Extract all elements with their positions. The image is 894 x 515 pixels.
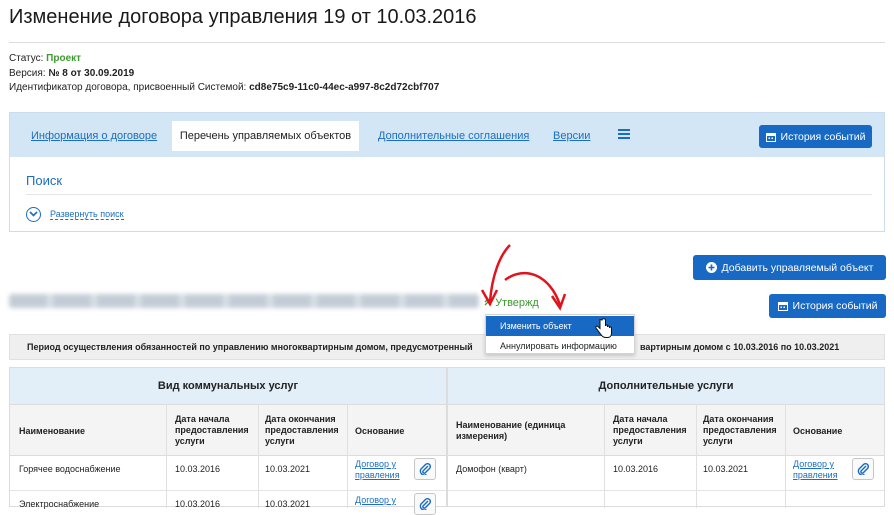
additional-col-end: Дата окончания предоставления услуги xyxy=(703,414,777,446)
hand-cursor-icon xyxy=(595,318,612,338)
calendar-icon xyxy=(777,302,788,311)
object-status[interactable]: Утвержд xyxy=(484,297,539,309)
utility-col-basis: Основание xyxy=(355,426,405,436)
attach-button[interactable] xyxy=(414,458,436,480)
row-basis-link[interactable]: Договор у правления xyxy=(793,459,848,481)
add-object-label: Добавить управляемый объект xyxy=(721,261,874,274)
id-label: Идентификатор договора, присвоенный Сист… xyxy=(9,82,247,93)
row-basis-link[interactable]: Договор у xyxy=(355,495,396,506)
attach-button[interactable] xyxy=(414,493,436,515)
id-value: cd8e75c9-11c0-44ec-a997-8c2d72cbf707 xyxy=(249,82,440,93)
contract-panel: Информация о договоре Перечень управляем… xyxy=(9,112,885,232)
history-button-top-label: История событий xyxy=(780,130,866,143)
row-name: Домофон (кварт) xyxy=(456,464,527,474)
hamburger-icon[interactable] xyxy=(618,129,630,141)
calendar-icon xyxy=(765,132,776,142)
tab-bar: Информация о договоре Перечень управляем… xyxy=(10,113,884,157)
utility-col-end: Дата окончания предоставления услуги xyxy=(265,414,339,446)
col-divider xyxy=(166,404,167,508)
status-label: Статус: xyxy=(9,53,44,64)
search-title: Поиск xyxy=(26,173,63,188)
expand-search-link[interactable]: Развернуть поиск xyxy=(50,209,124,220)
utility-section-title: Вид коммунальных услуг xyxy=(10,368,446,404)
additional-col-name: Наименование (единица измерения) xyxy=(456,420,566,441)
utility-services-table: Вид коммунальных услуг Наименование Дата… xyxy=(9,367,447,515)
tab-info[interactable]: Информация о договоре xyxy=(31,130,157,142)
col-divider xyxy=(604,404,605,508)
title-divider xyxy=(9,42,885,43)
id-line: Идентификатор договора, присвоенный Сист… xyxy=(9,82,439,93)
version-label: Версия: xyxy=(9,68,46,79)
page-title: Изменение договора управления 19 от 10.0… xyxy=(9,6,477,28)
version-line: Версия: № 8 от 30.09.2019 xyxy=(9,68,134,79)
row-divider xyxy=(448,490,884,491)
expand-search-icon[interactable] xyxy=(26,207,41,222)
additional-col-basis: Основание xyxy=(793,426,843,436)
period-text-right: вартирным домом с 10.03.2016 по 10.03.20… xyxy=(640,342,840,352)
row-basis-link[interactable]: Договор у правления xyxy=(355,459,410,481)
row-start: 10.03.2016 xyxy=(175,464,221,474)
row-name: Горячее водоснабжение xyxy=(19,464,121,474)
version-value: № 8 от 30.09.2019 xyxy=(48,68,135,79)
double-chevron-up-icon xyxy=(484,298,492,306)
row-name: Электроснабжение xyxy=(19,499,100,509)
row-start: 10.03.2016 xyxy=(613,464,659,474)
history-button-object-label: История событий xyxy=(792,300,878,312)
paperclip-icon xyxy=(419,498,431,510)
history-button-top[interactable]: История событий xyxy=(759,125,872,148)
row-end: 10.03.2021 xyxy=(265,464,311,474)
status-line: Статус: Проект xyxy=(9,53,81,64)
additional-services-table: Дополнительные услуги Наименование (един… xyxy=(447,367,885,508)
tab-additional[interactable]: Дополнительные соглашения xyxy=(378,130,529,142)
plus-circle-icon xyxy=(705,262,717,273)
tab-versions[interactable]: Версии xyxy=(553,130,590,142)
object-status-label: Утвержд xyxy=(495,297,539,309)
additional-col-start: Дата начала предоставления услуги xyxy=(613,414,687,446)
search-divider xyxy=(26,194,872,195)
utility-col-name: Наименование xyxy=(19,426,86,436)
period-text-left: Период осуществления обязанностей по упр… xyxy=(27,342,473,352)
col-divider xyxy=(347,404,348,508)
additional-header-row: Наименование (единица измерения) Дата на… xyxy=(448,404,884,456)
paperclip-icon xyxy=(419,463,431,475)
col-divider xyxy=(785,404,786,508)
col-divider xyxy=(696,404,697,508)
chevron-down-icon xyxy=(29,211,38,217)
status-value: Проект xyxy=(46,53,82,64)
object-address xyxy=(9,294,479,308)
row-divider xyxy=(10,490,446,491)
add-object-button[interactable]: Добавить управляемый объект xyxy=(693,255,886,280)
tab-objects[interactable]: Перечень управляемых объектов xyxy=(172,121,359,151)
paperclip-icon xyxy=(857,463,869,475)
utility-col-start: Дата начала предоставления услуги xyxy=(175,414,249,446)
row-end: 10.03.2021 xyxy=(703,464,749,474)
management-period: Период осуществления обязанностей по упр… xyxy=(9,334,885,360)
history-button-object[interactable]: История событий xyxy=(769,294,886,318)
row-start: 10.03.2016 xyxy=(175,499,221,509)
additional-section-title: Дополнительные услуги xyxy=(448,368,884,404)
utility-header-row: Наименование Дата начала предоставления … xyxy=(10,404,446,456)
object-actions-menu: Изменить объект Аннулировать информацию xyxy=(485,314,635,354)
row-end: 10.03.2021 xyxy=(265,499,311,509)
attach-button[interactable] xyxy=(852,458,874,480)
col-divider xyxy=(258,404,259,508)
